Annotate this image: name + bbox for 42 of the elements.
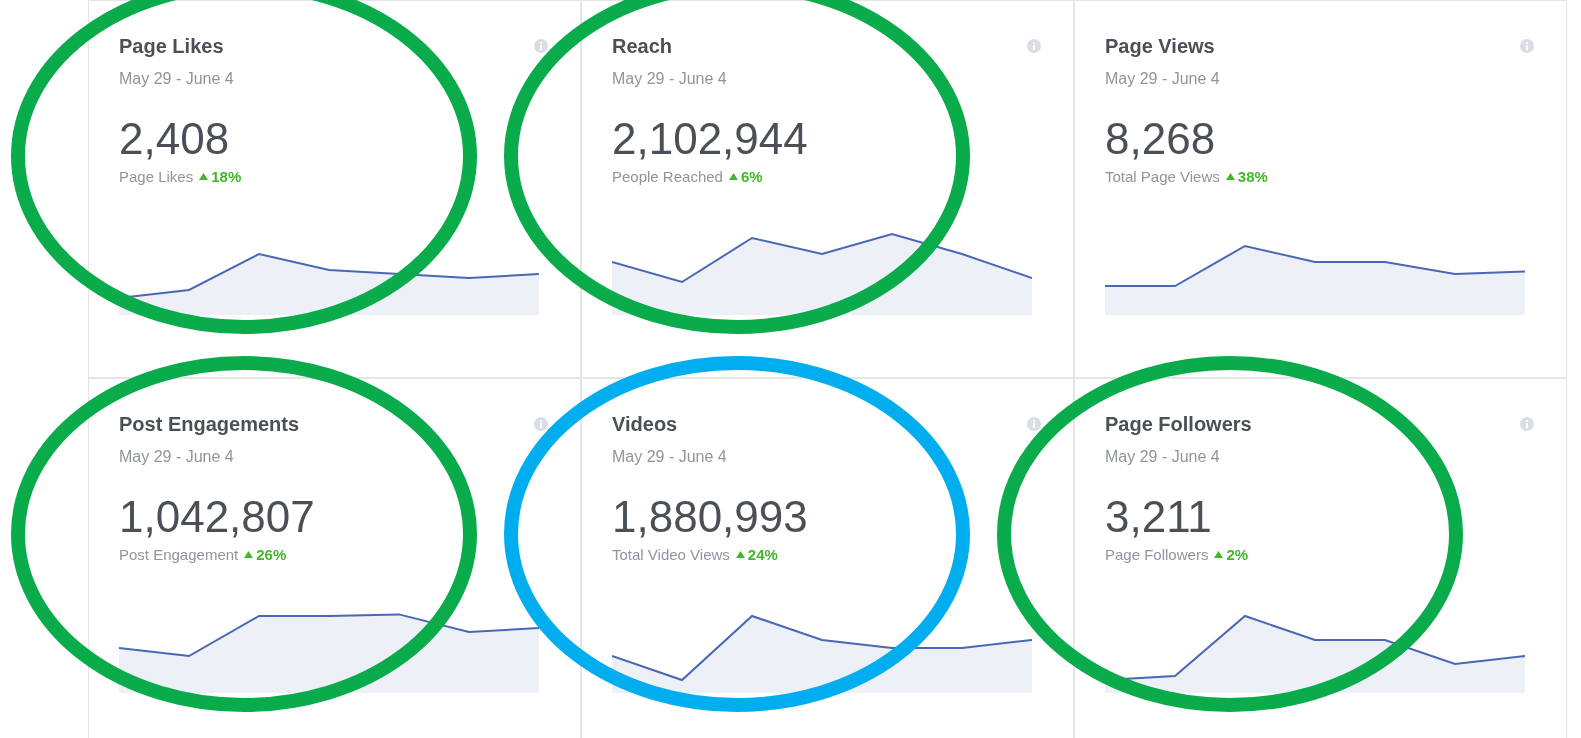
change-percent: 2% xyxy=(1214,546,1249,563)
up-triangle-icon xyxy=(199,173,209,180)
metric-caption: People Reached xyxy=(612,168,723,185)
up-triangle-icon xyxy=(1214,551,1224,558)
change-percent: 6% xyxy=(728,168,763,185)
info-icon[interactable] xyxy=(1027,39,1041,53)
metric-value: 8,268 xyxy=(1105,114,1217,164)
info-icon[interactable] xyxy=(1520,417,1534,431)
info-icon[interactable] xyxy=(1520,39,1534,53)
change-percent: 26% xyxy=(244,546,287,563)
metric-caption: Post Engagement xyxy=(119,546,239,563)
metric-caption: Total Video Views xyxy=(612,546,730,563)
card-title: Page Views xyxy=(1105,35,1215,58)
date-range: May 29 - June 4 xyxy=(119,70,235,88)
card-title: Videos xyxy=(612,413,678,436)
date-range: May 29 - June 4 xyxy=(1105,448,1221,466)
metric-value: 1,880,993 xyxy=(612,492,809,542)
card-title: Page Followers xyxy=(1105,413,1252,436)
up-triangle-icon xyxy=(728,173,738,180)
date-range: May 29 - June 4 xyxy=(1105,70,1221,88)
info-icon[interactable] xyxy=(534,417,548,431)
change-percent: 18% xyxy=(199,168,242,185)
metric-caption: Total Page Views xyxy=(1105,168,1220,185)
metric-caption: Page Followers xyxy=(1105,546,1209,563)
date-range: May 29 - June 4 xyxy=(612,448,728,466)
card-title: Reach xyxy=(612,35,673,58)
card-title: Post Engagements xyxy=(119,413,300,436)
metric-caption: Page Likes xyxy=(119,168,194,185)
info-icon[interactable] xyxy=(534,39,548,53)
metric-value: 1,042,807 xyxy=(119,492,316,542)
date-range: May 29 - June 4 xyxy=(612,70,728,88)
metric-value: 2,102,944 xyxy=(612,114,809,164)
metric-value: 2,408 xyxy=(119,114,231,164)
info-icon[interactable] xyxy=(1027,417,1041,431)
up-triangle-icon xyxy=(735,551,745,558)
card-title: Page Likes xyxy=(119,35,224,58)
date-range: May 29 - June 4 xyxy=(119,448,235,466)
up-triangle-icon xyxy=(1225,173,1235,180)
metric-value: 3,211 xyxy=(1105,492,1213,542)
up-triangle-icon xyxy=(244,551,254,558)
change-percent: 38% xyxy=(1225,168,1268,185)
change-percent: 24% xyxy=(735,546,778,563)
